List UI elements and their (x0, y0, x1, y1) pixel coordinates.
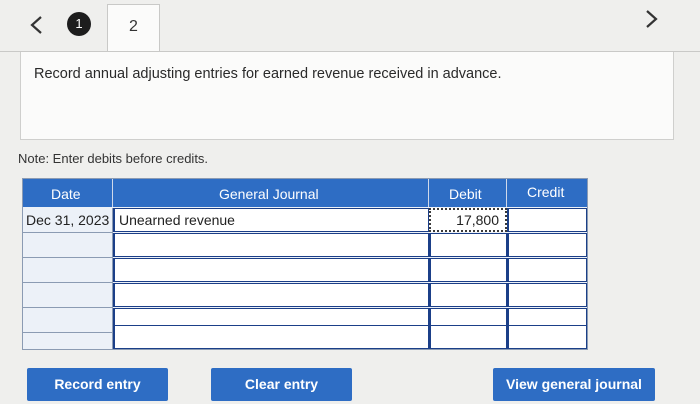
date-cell[interactable] (23, 233, 113, 257)
date-cell[interactable] (23, 258, 113, 282)
next-arrow-icon[interactable] (636, 4, 666, 34)
tab-2[interactable]: 2 (107, 4, 160, 53)
previous-arrow-icon[interactable] (22, 10, 52, 40)
account-input[interactable] (113, 258, 429, 282)
journal-row-3 (23, 258, 587, 283)
account-input[interactable] (113, 325, 429, 349)
debit-input[interactable] (429, 325, 507, 349)
clear-entry-button[interactable]: Clear entry (211, 368, 352, 401)
journal-row-4 (23, 283, 587, 308)
date-cell[interactable] (23, 325, 113, 349)
step-1-indicator[interactable]: 1 (67, 12, 91, 36)
view-general-journal-button[interactable]: View general journal (493, 368, 655, 401)
date-header: Date (23, 179, 113, 207)
date-cell[interactable]: Dec 31, 2023 (23, 208, 113, 232)
credit-input[interactable] (507, 233, 587, 257)
credit-input[interactable] (507, 208, 587, 232)
date-cell[interactable] (23, 283, 113, 307)
journal-row-2 (23, 233, 587, 258)
record-entry-button[interactable]: Record entry (27, 368, 168, 401)
account-input[interactable] (113, 283, 429, 307)
account-input[interactable] (113, 233, 429, 257)
credit-input[interactable] (507, 258, 587, 282)
general-journal-header: General Journal (113, 179, 429, 207)
journal-row-1: Dec 31, 2023 Unearned revenue 17,800 (23, 208, 587, 233)
credit-input[interactable] (507, 283, 587, 307)
journal-table: Date General Journal Debit Credit Dec 31… (22, 178, 588, 350)
instruction-panel: Record annual adjusting entries for earn… (20, 52, 674, 140)
journal-row-6 (23, 325, 587, 350)
account-input[interactable]: Unearned revenue (113, 208, 429, 232)
debit-header: Debit (429, 179, 507, 207)
note-text: Note: Enter debits before credits. (18, 151, 209, 166)
instruction-text: Record annual adjusting entries for earn… (34, 66, 502, 82)
credit-input[interactable] (507, 325, 587, 349)
debit-input[interactable] (429, 233, 507, 257)
debit-input[interactable] (429, 283, 507, 307)
credit-header: Credit (507, 179, 587, 207)
debit-input[interactable]: 17,800 (429, 208, 507, 232)
debit-input[interactable] (429, 258, 507, 282)
